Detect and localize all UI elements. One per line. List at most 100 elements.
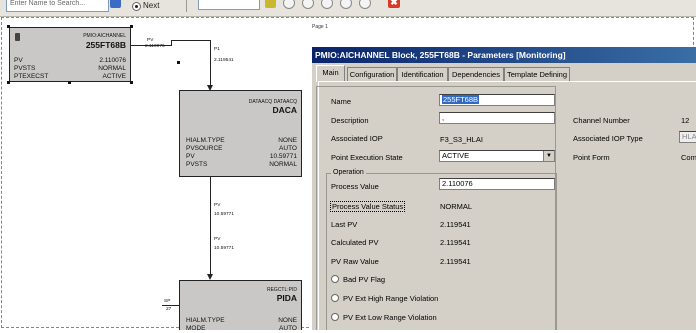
block-param-label: HIALM.TYPE <box>186 137 225 144</box>
connection-label: PV <box>147 38 154 43</box>
connection-label: PV <box>214 203 221 208</box>
calc-pv-label: Calculated PV <box>331 238 379 247</box>
ext-low-label: PV Ext Low Range Violation <box>343 313 437 322</box>
up-button[interactable] <box>321 0 333 9</box>
aichannel-block[interactable]: PMIO:AICHANNEL 255FT68B PV 2.110076 PVST… <box>9 27 131 82</box>
connector-line <box>171 40 210 41</box>
ext-high-indicator <box>331 294 339 302</box>
connection-label: SP <box>164 299 171 304</box>
block-param-value: NORMAL <box>98 65 126 72</box>
block-param-label: HIALM.TYPE <box>186 317 225 324</box>
channel-number-value: 12 <box>681 116 690 125</box>
iop-type-value: HLAI <box>682 132 696 141</box>
connection-label: PV <box>214 237 221 242</box>
connector-line <box>210 177 211 276</box>
name-value: 255FT68B <box>442 95 480 104</box>
last-pv-label: Last PV <box>331 220 358 229</box>
block-param-value: ACTIVE <box>102 73 126 80</box>
process-value-label: Process Value <box>331 182 379 191</box>
tab-identification[interactable]: Identification <box>397 67 448 81</box>
pida-block[interactable]: REGCTL:PID PIDA HIALM.TYPE NONE MODE AUT… <box>179 280 302 332</box>
pes-select[interactable]: ACTIVE ▼ <box>439 150 555 162</box>
calc-pv-value: 2.119541 <box>440 238 471 247</box>
tab-main[interactable]: Main <box>316 65 345 82</box>
raw-pv-value: 2.119541 <box>440 257 471 266</box>
selection-handle[interactable] <box>130 25 133 28</box>
description-value: , <box>442 113 445 122</box>
connection-value: 27 <box>166 307 172 312</box>
next-label: Next <box>143 1 160 10</box>
selection-handle[interactable] <box>7 81 10 84</box>
block-icon <box>15 33 20 41</box>
back-button[interactable] <box>283 0 295 9</box>
last-pv-value: 2.119541 <box>440 220 471 229</box>
daca-block[interactable]: DATAACQ DATAACQ DACA HIALM.TYPE NONE PVS… <box>179 90 302 177</box>
bad-pv-label: Bad PV Flag <box>343 275 386 284</box>
tab-template-defining[interactable]: Template Defining <box>504 67 570 81</box>
block-param-label: PVSTS <box>186 161 208 168</box>
pvs-label[interactable]: Process Value Status <box>330 201 406 212</box>
channel-number-label: Channel Number <box>573 116 630 125</box>
connector-line <box>162 305 179 306</box>
toolbar: Enter Name to Search... Next ✖ <box>0 0 696 17</box>
pes-value: ACTIVE <box>442 151 470 160</box>
key-icon[interactable] <box>265 0 276 8</box>
connection-value: 10.59771 <box>214 246 235 251</box>
block-param-value: NONE <box>278 137 297 144</box>
block-name-label: DACA <box>272 105 297 115</box>
block-name-label: 255FT68B <box>85 40 126 50</box>
pvs-value: NORMAL <box>440 202 473 211</box>
point-form-value: Comp <box>681 153 696 162</box>
block-param-value: NORMAL <box>269 161 297 168</box>
process-value-value: 2.110076 <box>442 179 473 188</box>
name-field[interactable]: 255FT68B <box>439 94 555 106</box>
raw-pv-label: PV Raw Value <box>331 257 379 266</box>
name-label: Name <box>331 97 352 106</box>
block-param-label: PV <box>186 153 195 160</box>
bad-pv-flag-indicator <box>331 275 339 283</box>
block-param-value: NONE <box>278 317 297 324</box>
next-radio[interactable] <box>132 2 141 11</box>
selection-handle[interactable] <box>177 61 180 64</box>
connector-line <box>210 40 211 88</box>
pes-label: Point Execution State <box>331 153 403 162</box>
block-param-value: 2.110076 <box>99 57 126 64</box>
find-icon[interactable] <box>110 0 121 8</box>
dialog-title: PMIO:AICHANNEL Block, 255FT68B - Paramet… <box>312 47 696 63</box>
block-param-value: AUTO <box>279 145 297 152</box>
block-name-label: PIDA <box>276 293 297 303</box>
block-type-label: PMIO:AICHANNEL <box>83 33 126 39</box>
tab-dependencies[interactable]: Dependencies <box>448 67 504 81</box>
forward-button[interactable] <box>302 0 314 9</box>
operation-group <box>326 173 557 330</box>
parameters-dialog: PMIO:AICHANNEL Block, 255FT68B - Paramet… <box>311 47 696 330</box>
refresh-button[interactable] <box>340 0 352 9</box>
description-field[interactable]: , <box>439 112 555 124</box>
search-input[interactable]: Enter Name to Search... <box>6 0 109 12</box>
connection-value: 10.59771 <box>214 212 235 217</box>
close-icon[interactable]: ✖ <box>388 0 400 8</box>
chevron-down-icon[interactable]: ▼ <box>543 151 554 161</box>
description-label: Description <box>331 116 369 125</box>
connection-label: P1 <box>214 47 220 52</box>
block-param-label: PTEXECST <box>14 73 49 80</box>
selection-handle[interactable] <box>130 81 133 84</box>
zoom-combo[interactable] <box>198 0 260 10</box>
ext-low-indicator <box>331 313 339 321</box>
assoc-iop-value: F3_S3_HLAI <box>440 135 483 144</box>
ext-high-label: PV Ext High Range Violation <box>343 294 439 303</box>
point-form-label: Point Form <box>573 153 610 162</box>
process-value-field[interactable]: 2.110076 <box>439 178 555 190</box>
selection-handle[interactable] <box>7 25 10 28</box>
iop-type-label: Associated IOP Type <box>573 134 643 143</box>
selection-handle[interactable] <box>68 81 71 84</box>
block-param-label: MODE <box>186 325 206 332</box>
iop-type-field: HLAI <box>679 131 696 143</box>
stop-button[interactable] <box>359 0 371 9</box>
connector-line <box>131 45 171 46</box>
block-param-label: PVSOURCE <box>186 145 223 152</box>
block-param-value: 10.59771 <box>269 153 297 160</box>
toolbar-separator <box>186 0 187 12</box>
block-param-label: PVSTS <box>14 65 36 72</box>
tab-configuration[interactable]: Configuration <box>347 67 397 81</box>
